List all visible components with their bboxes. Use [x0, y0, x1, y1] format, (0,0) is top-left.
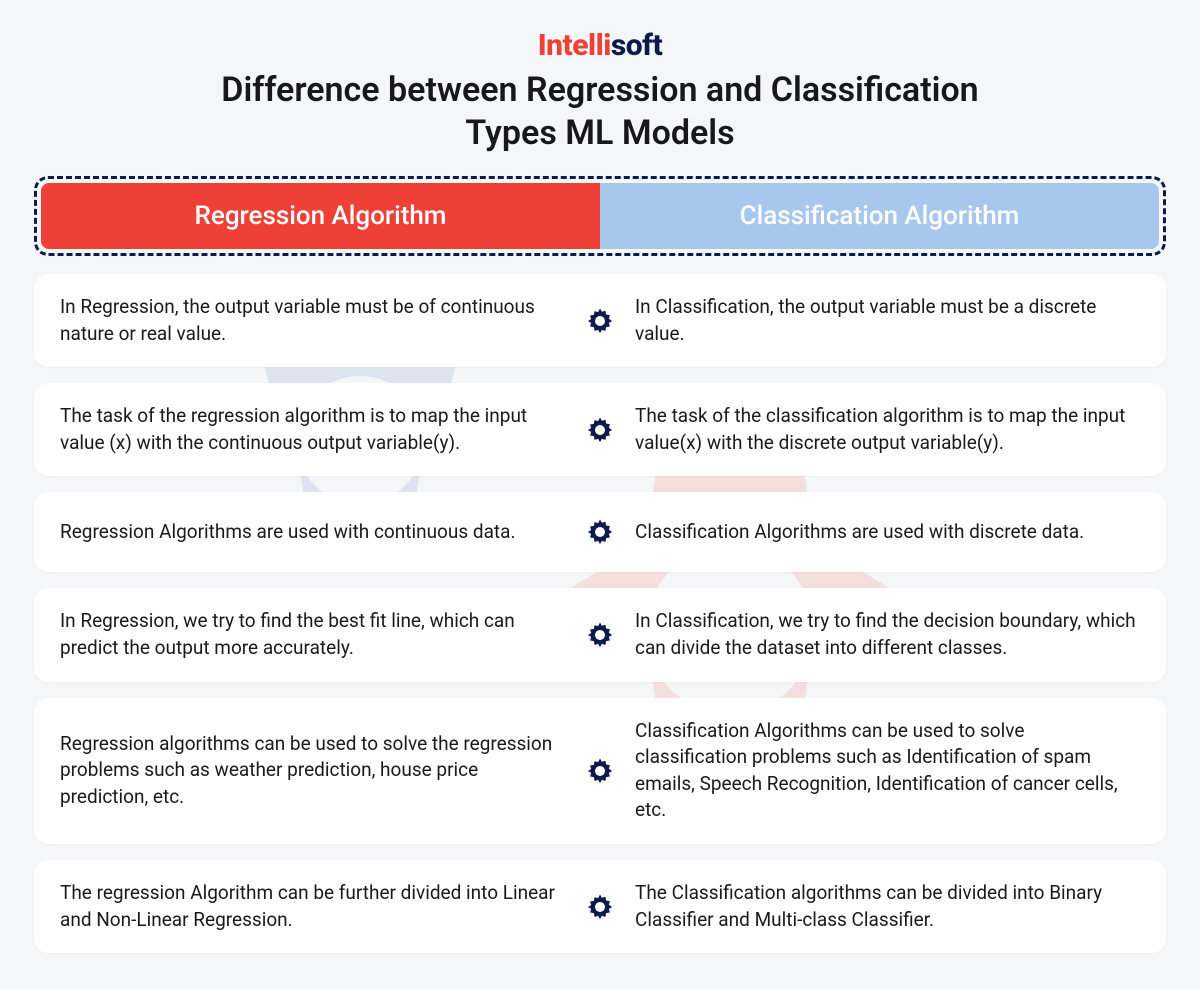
table-header: Regression Algorithm Classification Algo…: [34, 176, 1166, 256]
comparison-row: The task of the regression algorithm is …: [34, 383, 1166, 476]
gear-icon: [583, 890, 617, 924]
gear-icon: [583, 413, 617, 447]
logo-part2: soft: [611, 28, 662, 63]
logo-part1: Intelli: [538, 28, 611, 63]
header-classification: Classification Algorithm: [600, 183, 1159, 249]
comparison-row: The regression Algorithm can be further …: [34, 860, 1166, 953]
regression-cell: Regression algorithms can be used to sol…: [34, 698, 591, 844]
header-regression: Regression Algorithm: [41, 183, 600, 249]
classification-cell: In Classification, the output variable m…: [591, 274, 1166, 367]
gear-icon: [583, 515, 617, 549]
regression-cell: Regression Algorithms are used with cont…: [34, 492, 591, 572]
classification-cell: The task of the classification algorithm…: [591, 383, 1166, 476]
gear-icon: [583, 754, 617, 788]
logo: Intellisoft: [34, 28, 1166, 63]
regression-cell: In Regression, we try to find the best f…: [34, 588, 591, 681]
page-title: Difference between Regression and Classi…: [34, 69, 1166, 154]
comparison-row: In Regression, the output variable must …: [34, 274, 1166, 367]
comparison-row: Regression Algorithms are used with cont…: [34, 492, 1166, 572]
comparison-row: Regression algorithms can be used to sol…: [34, 698, 1166, 844]
classification-cell: In Classification, we try to find the de…: [591, 588, 1166, 681]
title-line-2: Types ML Models: [465, 113, 734, 153]
regression-cell: The task of the regression algorithm is …: [34, 383, 591, 476]
title-line-1: Difference between Regression and Classi…: [221, 70, 978, 110]
classification-cell: Classification Algorithms can be used to…: [591, 698, 1166, 844]
comparison-row: In Regression, we try to find the best f…: [34, 588, 1166, 681]
classification-cell: The Classification algorithms can be div…: [591, 860, 1166, 953]
regression-cell: In Regression, the output variable must …: [34, 274, 591, 367]
gear-icon: [583, 618, 617, 652]
classification-cell: Classification Algorithms are used with …: [591, 492, 1166, 572]
gear-icon: [583, 304, 617, 338]
regression-cell: The regression Algorithm can be further …: [34, 860, 591, 953]
page-container: Intellisoft Difference between Regressio…: [0, 0, 1200, 989]
comparison-rows: In Regression, the output variable must …: [34, 274, 1166, 953]
